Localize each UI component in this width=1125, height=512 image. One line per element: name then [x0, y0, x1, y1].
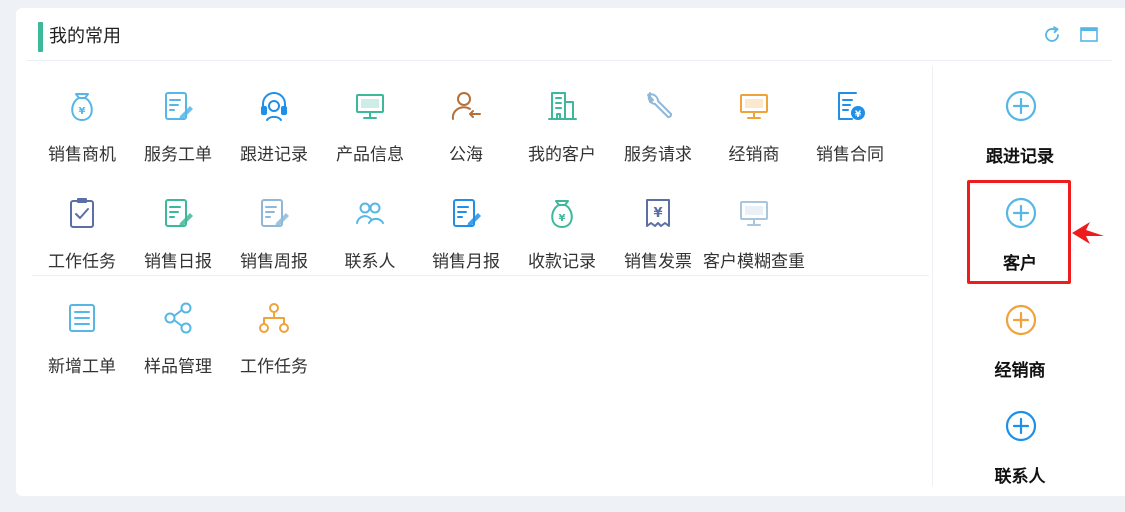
- wrench-icon: [647, 92, 673, 119]
- headset-icon: [261, 92, 287, 121]
- favorite-label: 工作任务: [240, 357, 308, 377]
- favorite-tile[interactable]: ¥ 销售商机: [34, 88, 130, 188]
- favorite-tile[interactable]: 跟进记录: [226, 88, 322, 188]
- money-bag-icon: ¥: [551, 200, 573, 228]
- svg-text:¥: ¥: [653, 206, 662, 221]
- title-accent-bar: [38, 22, 43, 52]
- header-divider: [26, 60, 1112, 61]
- building-icon: [548, 92, 577, 120]
- favorite-tile[interactable]: 客户模糊查重: [703, 195, 805, 295]
- panel-title: 我的常用: [49, 26, 121, 47]
- favorite-tile[interactable]: ¥ 销售合同: [802, 88, 898, 188]
- favorite-tile[interactable]: 服务请求: [610, 88, 706, 188]
- favorite-tile[interactable]: 公海: [418, 88, 514, 188]
- plus-circle-icon: [1005, 90, 1037, 122]
- monitor-icon: [356, 94, 384, 119]
- edit-document-icon: [165, 92, 193, 120]
- svg-text:¥: ¥: [855, 110, 862, 120]
- favorites-panel: 我的常用 ¥ 销售商机 服务工单 跟进记录 产品信息 公海 我的客户 服务请求 经销商 ¥ 销售合同…: [16, 8, 1125, 496]
- favorite-tile[interactable]: 样品管理: [130, 300, 226, 400]
- money-bag-icon: ¥: [71, 93, 93, 121]
- plus-circle-icon: [1005, 410, 1037, 442]
- form-icon: [69, 304, 95, 332]
- favorite-tile[interactable]: 销售周报: [226, 195, 322, 295]
- highlight-box: [967, 180, 1071, 284]
- monitor-icon: [740, 201, 768, 226]
- edit-document-icon: [261, 199, 289, 227]
- contract-yen-icon: ¥: [838, 92, 865, 120]
- quick-add-label: 跟进记录: [986, 147, 1054, 167]
- svg-text:¥: ¥: [559, 213, 566, 224]
- favorite-tile[interactable]: 销售日报: [130, 195, 226, 295]
- maximize-icon[interactable]: [1078, 24, 1100, 46]
- favorite-tile[interactable]: 工作任务: [226, 300, 322, 400]
- svg-text:¥: ¥: [79, 106, 86, 117]
- favorite-tile[interactable]: 联系人: [322, 195, 418, 295]
- plus-circle-icon: [1005, 304, 1037, 336]
- quick-add-label: 经销商: [994, 361, 1046, 381]
- favorite-label: 销售合同: [816, 145, 884, 165]
- pointer-arrow-icon: [1072, 222, 1104, 244]
- quick-add-item[interactable]: 跟进记录: [968, 90, 1072, 190]
- share-icon: [164, 302, 192, 334]
- edit-document-icon: [453, 199, 481, 227]
- quick-add-item[interactable]: 经销商: [968, 304, 1072, 404]
- user-return-icon: [451, 92, 481, 120]
- favorite-tile[interactable]: 我的客户: [514, 88, 610, 188]
- favorite-tile[interactable]: 经销商: [706, 88, 802, 188]
- favorite-tile[interactable]: 销售月报: [418, 195, 514, 295]
- favorite-tile[interactable]: 新增工单: [34, 300, 130, 400]
- favorite-tile[interactable]: 工作任务: [34, 195, 130, 295]
- invoice-yen-icon: ¥: [646, 199, 670, 227]
- refresh-icon[interactable]: [1041, 24, 1063, 46]
- favorite-tile[interactable]: 产品信息: [322, 88, 418, 188]
- monitor-icon: [740, 94, 768, 119]
- favorite-tile[interactable]: ¥ 收款记录: [514, 195, 610, 295]
- clipboard-check-icon: [70, 198, 94, 228]
- contacts-icon: [356, 202, 384, 224]
- org-chart-icon: [259, 303, 289, 333]
- quick-add-label: 联系人: [994, 467, 1046, 487]
- edit-document-icon: [165, 199, 193, 227]
- favorite-tile[interactable]: 服务工单: [130, 88, 226, 188]
- column-divider: [932, 66, 933, 486]
- favorite-tile[interactable]: ¥ 销售发票: [610, 195, 706, 295]
- panel-header: 我的常用: [16, 8, 1125, 60]
- favorite-label: 客户模糊查重: [703, 252, 805, 272]
- quick-add-item[interactable]: 联系人: [968, 410, 1072, 510]
